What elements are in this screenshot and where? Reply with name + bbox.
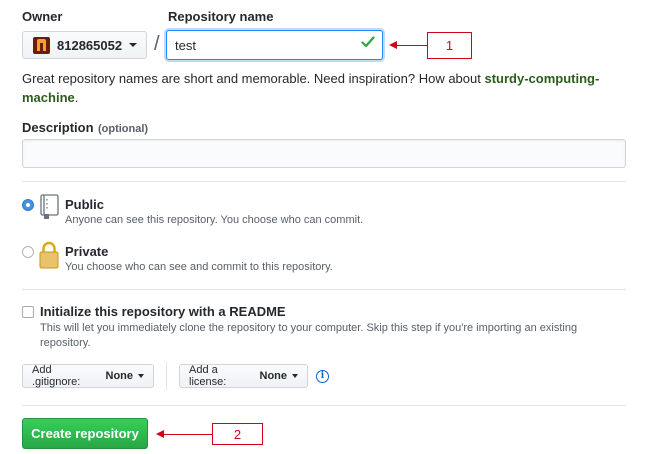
description-input[interactable] — [22, 139, 626, 168]
info-icon[interactable]: i — [316, 370, 329, 383]
private-radio[interactable] — [22, 246, 34, 258]
arrow-1-line — [396, 44, 427, 46]
description-label-text: Description — [22, 120, 94, 135]
readme-title: Initialize this repository with a README — [40, 304, 286, 319]
repo-name-input[interactable] — [166, 30, 383, 60]
owner-select[interactable]: 812865052 — [22, 31, 147, 59]
license-label: Add a license: — [189, 364, 227, 388]
readme-checkbox[interactable] — [22, 306, 34, 318]
public-radio[interactable] — [22, 199, 34, 211]
license-select[interactable]: Add a license: None — [179, 364, 308, 388]
chevron-down-icon — [138, 374, 144, 378]
repo-name-hint: Great repository names are short and mem… — [22, 69, 622, 107]
readme-desc-line2: repository. — [40, 337, 91, 349]
vertical-divider — [166, 362, 167, 390]
chevron-down-icon — [129, 43, 138, 47]
description-optional: (optional) — [97, 123, 149, 135]
create-repository-button[interactable]: Create repository — [22, 418, 148, 449]
public-desc: Anyone can see this repository. You choo… — [65, 214, 364, 226]
readme-desc: This will let you immediately clone the … — [40, 321, 620, 351]
owner-repo-separator: / — [154, 33, 160, 55]
divider — [22, 289, 626, 290]
lock-icon — [39, 241, 59, 269]
check-icon — [361, 36, 375, 48]
private-desc: You choose who can see and commit to thi… — [65, 261, 333, 273]
annotation-2: 2 — [212, 423, 263, 445]
repo-book-icon — [40, 194, 59, 219]
license-value: None — [259, 370, 288, 382]
repo-name-label: Repository name — [168, 9, 274, 24]
divider — [22, 181, 626, 182]
description-label: Description (optional) — [22, 119, 148, 137]
hint-end: . — [74, 90, 79, 105]
annotation-1: 1 — [427, 32, 472, 59]
hint-text: Great repository names are short and mem… — [22, 71, 485, 86]
avatar — [33, 36, 50, 54]
suggestion-part2[interactable]: machine — [22, 90, 75, 105]
private-title: Private — [65, 244, 109, 259]
gitignore-label: Add .gitignore: — [32, 364, 81, 388]
suggestion-part1[interactable]: sturdy-computing- — [484, 71, 599, 86]
owner-label: Owner — [22, 9, 63, 24]
public-title: Public — [65, 197, 105, 212]
readme-desc-line1: This will let you immediately clone the … — [40, 322, 578, 334]
gitignore-value: None — [105, 370, 134, 382]
owner-value: 812865052 — [57, 37, 123, 53]
divider — [22, 405, 626, 406]
arrow-2-line — [163, 433, 212, 435]
chevron-down-icon — [292, 374, 298, 378]
gitignore-select[interactable]: Add .gitignore: None — [22, 364, 154, 388]
